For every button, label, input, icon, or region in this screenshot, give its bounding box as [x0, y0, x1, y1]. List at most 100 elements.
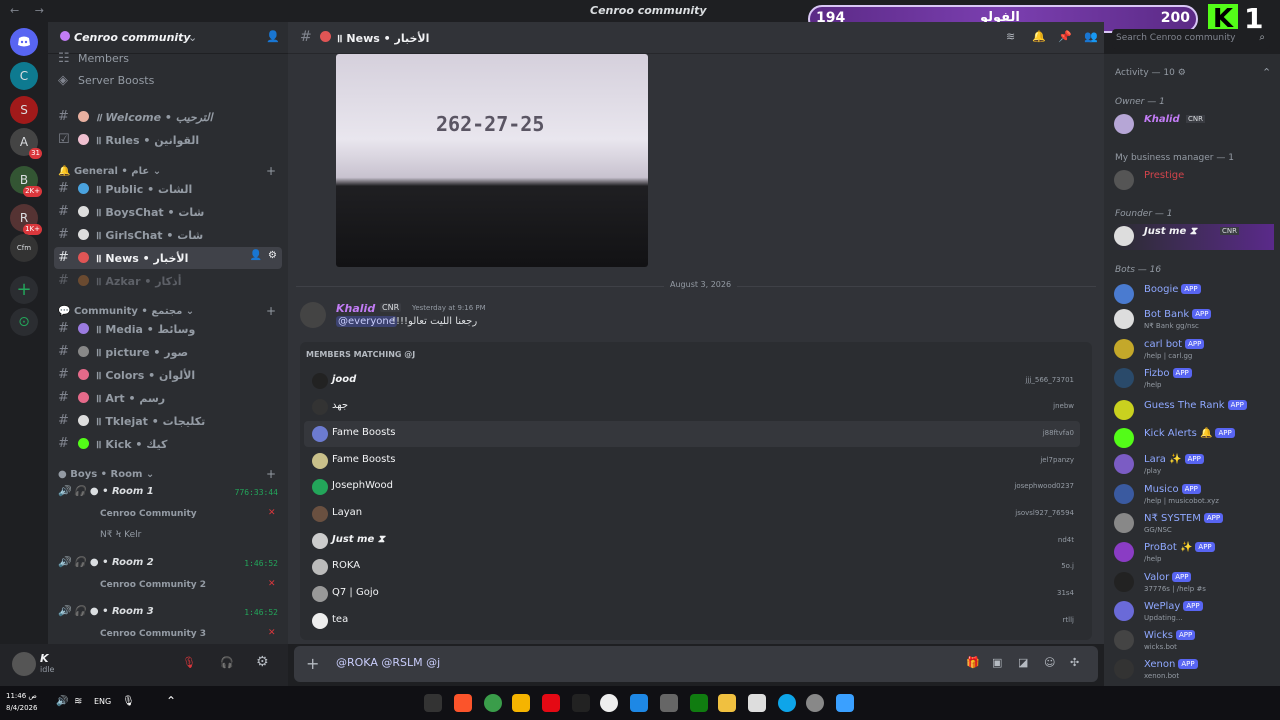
pin-icon[interactable]: 📌 [1058, 30, 1072, 43]
channel-kick[interactable]: # ॥ Kick • كيك [54, 433, 282, 455]
voice-channel-room-1[interactable]: 🔊 🎧 ● • Room 1 [58, 486, 154, 497]
channel-picture[interactable]: # ॥ picture • صور [54, 341, 282, 363]
discord-home-icon[interactable] [10, 28, 38, 56]
create-invite-icon[interactable]: 👤 [250, 250, 262, 261]
app-icon[interactable] [572, 694, 590, 712]
channel-colors[interactable]: # ॥ Colors • الألوان [54, 364, 282, 386]
mention-option[interactable]: ROKA 5o.j [304, 554, 1080, 580]
add-channel-icon[interactable]: + [266, 164, 276, 178]
bot-item[interactable]: Bot Bank APP N₹ Bank gg/nsc [1114, 307, 1274, 333]
message-input[interactable]: + @ROKA @RSLM @j 🎁 ▣ ◪ ☺ ✣ [294, 646, 1098, 682]
windows-start-icon[interactable] [836, 694, 854, 712]
category-general[interactable]: 🔔 General • عام ⌄ [58, 166, 161, 177]
bot-item[interactable]: Lara ✨ APP/play [1114, 452, 1274, 478]
message-image[interactable]: 262-27-25 [336, 54, 648, 267]
volume-icon[interactable]: 🔊 [56, 696, 68, 707]
emoji-icon[interactable]: ☺ [1044, 656, 1055, 669]
bot-item[interactable]: ProBot ✨ APP/help [1114, 540, 1274, 566]
bot-item[interactable]: Fizbo APP/help [1114, 366, 1274, 392]
message-author[interactable]: Khalid [336, 302, 375, 315]
app-icon[interactable] [512, 694, 530, 712]
bot-item[interactable]: Kick Alerts 🔔 APP [1114, 426, 1274, 452]
wifi-icon[interactable]: ≋ [74, 696, 82, 707]
server-boosts-link[interactable]: ◈ Server Boosts [54, 70, 282, 92]
gear-icon[interactable] [806, 694, 824, 712]
channel-public[interactable]: # ॥ Public • الشات [54, 178, 282, 200]
mention-option[interactable]: Layan jsovsl927_76594 [304, 501, 1080, 527]
category-boys-room[interactable]: ● Boys • Room ⌄ [58, 469, 154, 480]
category-community[interactable]: 💬 Community • مجتمع ⌄ [58, 306, 194, 317]
channel-azkar[interactable]: # ॥ Azkar • أذكار [54, 270, 282, 292]
member-item[interactable]: Khalid CNR [1114, 112, 1274, 138]
bot-item[interactable]: Guess The Rank APP [1114, 398, 1274, 424]
bot-item[interactable]: N₹ SYSTEM APP GG/NSC [1114, 511, 1274, 537]
mention-option[interactable]: Fame Boosts jel7panzy [304, 448, 1080, 474]
add-server-icon[interactable]: + [10, 276, 38, 304]
bell-icon[interactable]: 🔔 [1032, 30, 1046, 43]
bot-item[interactable]: Boogie APP [1114, 282, 1274, 308]
add-channel-icon[interactable]: + [266, 304, 276, 318]
channel-welcome[interactable]: # ॥ Welcome • الترحيب [54, 106, 282, 128]
invite-icon[interactable]: 👤 [266, 30, 280, 43]
channel-tklejat[interactable]: # ॥ Tklejat • تكليجات [54, 410, 282, 432]
activity-header[interactable]: Activity — 10 ⚙ [1115, 68, 1186, 78]
voice-user[interactable]: N₹ Ϟ Kelr [100, 530, 141, 540]
channel-art[interactable]: # ॥ Art • رسم [54, 387, 282, 409]
voice-user[interactable]: Cenroo Community 2 [100, 580, 206, 590]
mic-muted-icon[interactable]: 🎙 [182, 656, 196, 669]
mention-option[interactable]: JosephWood josephwood0237 [304, 474, 1080, 500]
sticker-icon[interactable]: ◪ [1018, 656, 1028, 669]
mention-option[interactable]: Q7 | Gojo 31s4 [304, 581, 1080, 607]
voice-user[interactable]: Cenroo Community 3 [100, 629, 206, 639]
app-icon[interactable] [660, 694, 678, 712]
discover-icon[interactable]: ⊙ [10, 308, 38, 336]
edge-icon[interactable] [778, 694, 796, 712]
bot-item[interactable]: carl bot APP/help | carl.gg [1114, 337, 1274, 363]
mention-option[interactable]: Just me ⧗ nd4t [304, 528, 1080, 554]
server-icon[interactable]: A 31 [10, 128, 42, 159]
server-icon[interactable]: R 1K+ [10, 204, 42, 235]
app-icon[interactable] [424, 694, 442, 712]
xbox-icon[interactable] [690, 694, 708, 712]
add-attachment-button[interactable]: + [306, 654, 319, 673]
voice-channel-room-2[interactable]: 🔊 🎧 ● • Room 2 [58, 557, 154, 568]
channel-media[interactable]: # ॥ Media • وسائط [54, 318, 282, 340]
mention-option[interactable]: tea rtllj [304, 608, 1080, 634]
bot-item[interactable]: Musico APP/help | musicobot.xyz [1114, 482, 1274, 508]
bot-item[interactable]: WePlay APP Updating... [1114, 599, 1274, 625]
search-icon[interactable] [600, 694, 618, 712]
gift-icon[interactable]: 🎁 [966, 656, 980, 669]
gear-icon[interactable]: ⚙ [256, 654, 269, 670]
netflix-icon[interactable] [542, 694, 560, 712]
member-list-icon[interactable]: 👥 [1084, 30, 1098, 43]
search-input[interactable]: Search Cenroo community ⌕ [1112, 29, 1270, 49]
chevron-up-icon[interactable]: ⌃ [1262, 66, 1271, 79]
apps-icon[interactable]: ✣ [1070, 656, 1079, 669]
chevron-up-icon[interactable]: ⌃ [166, 694, 176, 708]
store-icon[interactable] [748, 694, 766, 712]
chrome-icon[interactable] [484, 694, 502, 712]
server-icon-cenroo[interactable]: C [10, 62, 38, 90]
bot-item[interactable]: Wicks APP wicks.bot [1114, 628, 1274, 654]
mention-option[interactable]: jood jjj_566_73701 [304, 368, 1080, 394]
member-item[interactable]: Just me ⧗ CNR [1114, 224, 1274, 250]
mention[interactable]: @everyone [336, 316, 397, 327]
language-indicator[interactable]: ENG [94, 697, 111, 706]
channel-boyschat[interactable]: # ॥ BoysChat • شات [54, 201, 282, 223]
channel-girlschat[interactable]: # ॥ GirlsChat • شات [54, 224, 282, 246]
members-link[interactable]: ☷ Members [54, 48, 282, 70]
bot-item[interactable]: Xenon APP xenon.bot [1114, 657, 1274, 683]
history-nav[interactable]: ← → [10, 4, 50, 17]
gif-icon[interactable]: ▣ [992, 656, 1002, 669]
threads-icon[interactable]: ≋ [1006, 30, 1015, 43]
add-channel-icon[interactable]: + [266, 467, 276, 481]
channel-news[interactable]: # ॥ News • الأخبار 👤 ⚙ [54, 247, 282, 269]
bot-item[interactable]: Valor APP 37776s | /help #s [1114, 570, 1274, 596]
channel-rules[interactable]: ☑ ॥ Rules • القوانين [54, 129, 282, 151]
voice-channel-room-3[interactable]: 🔊 🎧 ● • Room 3 [58, 606, 154, 617]
mic-icon[interactable]: 🎙 [122, 696, 135, 707]
folder-icon[interactable] [718, 694, 736, 712]
mention-option[interactable]: Fame Boosts j88ftvfa0 [304, 421, 1080, 447]
avatar[interactable] [300, 302, 326, 328]
server-icon[interactable]: Cfm [10, 234, 38, 262]
